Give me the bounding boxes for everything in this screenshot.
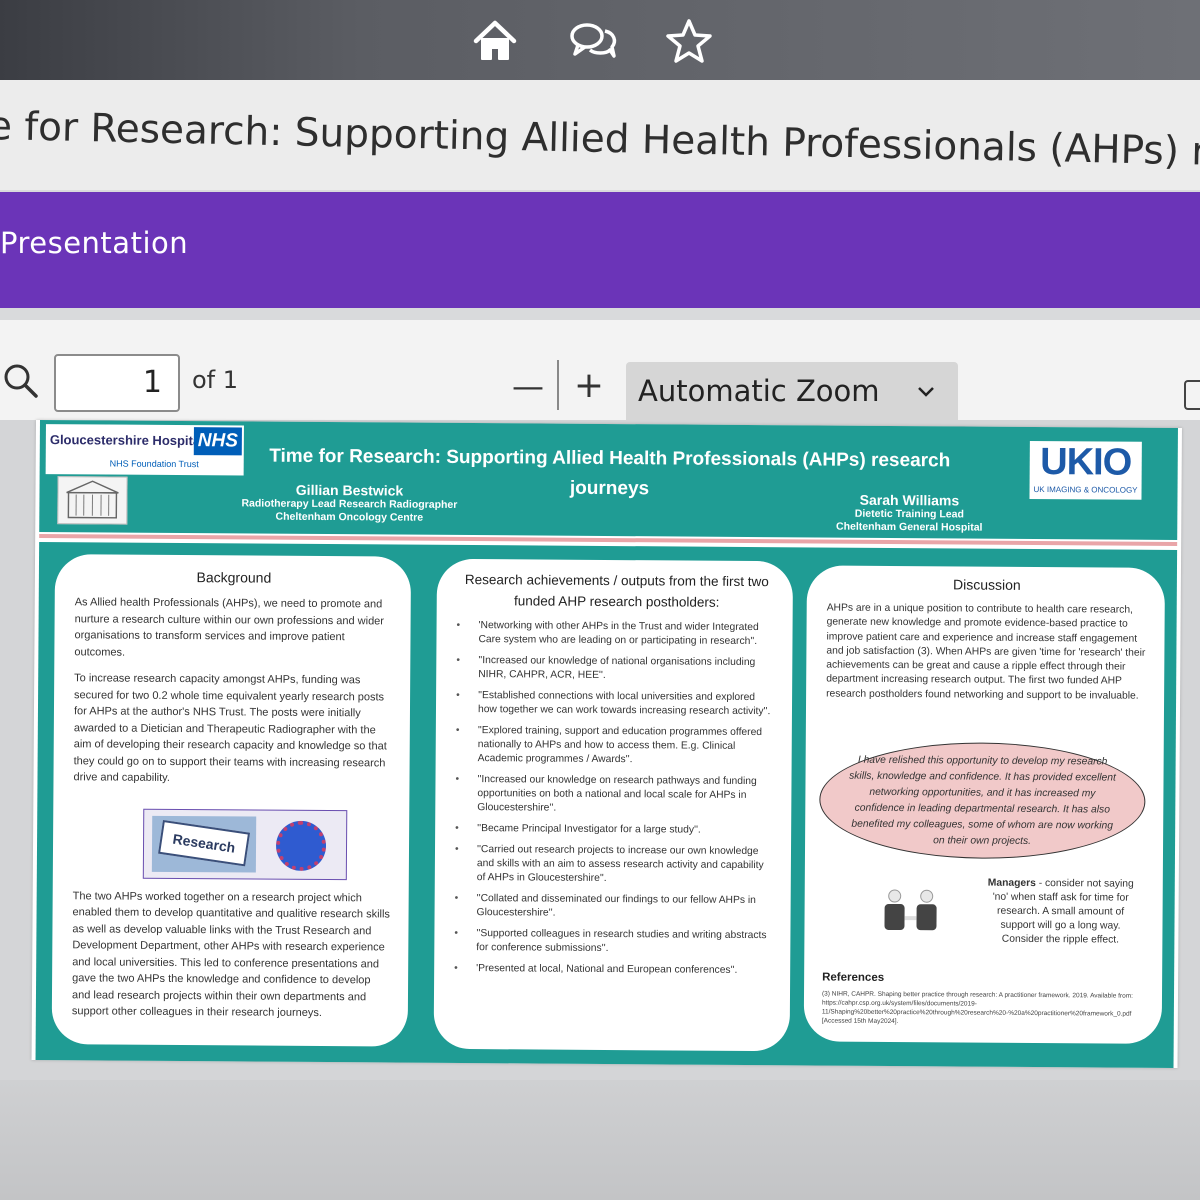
page-number-input[interactable]: 1 <box>54 354 180 412</box>
list-item: ''Collated and disseminated our findings… <box>455 892 775 922</box>
search-icon[interactable] <box>2 362 38 398</box>
viewer-bottom-area <box>0 1080 1200 1200</box>
sidebar-toggle-icon[interactable] <box>1184 380 1200 410</box>
author-1: Gillian Bestwick Radiotherapy Lead Resea… <box>241 481 458 524</box>
list-item: ''Became Principal Investigator for a la… <box>455 822 775 838</box>
home-icon[interactable] <box>468 14 522 68</box>
managers-note: Managers - consider not saying 'no' when… <box>987 877 1134 946</box>
hospital-building-image <box>57 476 128 525</box>
list-item: ''Increased our knowledge of national or… <box>456 654 776 684</box>
chat-icon[interactable] <box>566 14 620 68</box>
references-text: (3) NIHR, CAHPR. Shaping better practice… <box>821 990 1133 1026</box>
background-heading: Background <box>196 569 272 586</box>
background-paragraph-1: As Allied health Professionals (AHPs), w… <box>74 596 385 659</box>
star-icon[interactable] <box>662 14 716 68</box>
page-title: e for Research: Supporting Allied Health… <box>0 104 1200 177</box>
meeting-people-icon <box>884 889 937 931</box>
discussion-heading: Discussion <box>952 576 1021 593</box>
zoom-select-value: Automatic Zoom <box>638 374 880 408</box>
author-2: Sarah Williams Dietetic Training Lead Ch… <box>835 491 983 534</box>
poster-page: Gloucestershire Hospitals NHS NHS Founda… <box>31 420 1182 1068</box>
achievements-panel: Research achievements / outputs from the… <box>433 558 794 1052</box>
nhs-badge: NHS <box>193 427 242 456</box>
toolbar-divider <box>557 360 559 410</box>
list-item: ''Supported colleagues in research studi… <box>454 927 774 957</box>
page-count-label: of 1 <box>192 366 239 394</box>
top-nav-bar <box>0 0 1200 80</box>
research-sign-image: Research <box>142 808 348 880</box>
title-band: e for Research: Supporting Allied Health… <box>0 80 1200 190</box>
poster-body: Background As Allied health Professional… <box>35 542 1178 1068</box>
background-paragraph-2: To increase research capacity amongst AH… <box>73 672 387 784</box>
quote-bubble: I have relished this opportunity to deve… <box>818 741 1146 860</box>
list-item: ''Carried out research projects to incre… <box>455 843 775 887</box>
zoom-select[interactable]: Automatic Zoom <box>626 362 958 424</box>
list-item: ''Increased our knowledge on research pa… <box>455 773 775 817</box>
list-item: ''Explored training, support and educati… <box>456 724 776 768</box>
gloucestershire-logo: Gloucestershire Hospitals NHS NHS Founda… <box>45 424 244 476</box>
cell-illustration <box>275 820 327 871</box>
background-panel: Background As Allied health Professional… <box>51 554 412 1047</box>
references-heading: References <box>822 971 885 984</box>
poster-header: Gloucestershire Hospitals NHS NHS Founda… <box>39 420 1178 540</box>
pdf-toolbar: 1 of 1 — + Automatic Zoom <box>0 320 1200 424</box>
list-item: 'Presented at local, National and Europe… <box>454 962 774 978</box>
achievements-list: 'Networking with other AHPs in the Trust… <box>454 619 776 978</box>
section-label: Presentation <box>0 226 189 260</box>
discussion-panel: Discussion AHPs are in a unique position… <box>803 565 1165 1044</box>
zoom-in-button[interactable]: + <box>567 366 611 408</box>
section-band: Presentation <box>0 192 1200 308</box>
list-item: 'Networking with other AHPs in the Trust… <box>456 619 776 649</box>
zoom-out-button[interactable]: — <box>508 368 548 408</box>
chevron-down-icon <box>918 387 934 397</box>
list-item: ''Established connections with local uni… <box>456 689 776 719</box>
achievements-heading: Research achievements / outputs from the… <box>464 571 769 610</box>
discussion-paragraph: AHPs are in a unique position to contrib… <box>826 602 1146 702</box>
background-paragraph-3: The two AHPs worked together on a resear… <box>71 889 390 1020</box>
ukio-logo: UKIO UK IMAGING & ONCOLOGY <box>1029 440 1142 500</box>
